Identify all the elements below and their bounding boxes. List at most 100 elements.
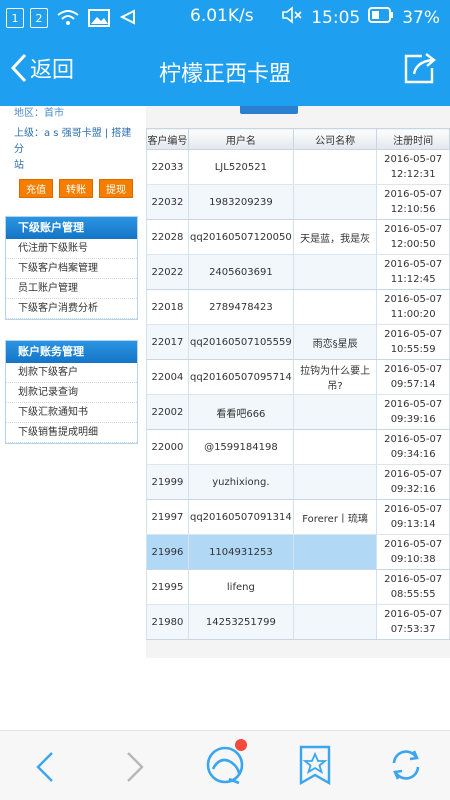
table-row[interactable]: 21999 yuzhixiong. 2016-05-07 09:32:16	[146, 464, 450, 500]
refresh-button[interactable]	[386, 745, 426, 789]
forward-nav-button[interactable]	[120, 749, 150, 789]
cell-client-id: 22004	[146, 359, 189, 395]
cell-client-id: 22032	[146, 184, 189, 220]
cell-register-time: 2016-05-07 09:34:16	[376, 429, 450, 465]
column-header-id: 客户编号	[146, 128, 189, 150]
cell-username: @1599184198	[187, 429, 294, 465]
cell-company	[292, 464, 378, 500]
register-clock-time: 09:57:14	[390, 379, 436, 390]
cell-company	[292, 184, 378, 220]
cell-username: 2789478423	[187, 289, 294, 325]
register-date: 2016-05-07	[384, 434, 443, 445]
client-table-area: 客户编号 用户名 公司名称 注册时间 22033 LJL520521 2016-05…	[146, 106, 450, 658]
cell-client-id: 22017	[146, 324, 189, 360]
table-row[interactable]: 22000 @1599184198 2016-05-07 09:34:16	[146, 429, 450, 465]
parent-info-line2[interactable]: 站	[5, 158, 138, 174]
table-row[interactable]: 22032 1983209239 2016-05-07 12:10:56	[146, 184, 450, 220]
cell-register-time: 2016-05-07 09:32:16	[376, 464, 450, 500]
register-clock-time: 09:34:16	[390, 449, 436, 460]
bookmark-button[interactable]	[298, 745, 332, 789]
share-button[interactable]	[402, 52, 438, 90]
cell-register-time: 2016-05-07 09:39:16	[376, 394, 450, 430]
cell-company	[292, 569, 378, 605]
cell-company	[292, 534, 378, 570]
withdraw-button[interactable]: 提现	[99, 179, 133, 198]
menu-item-transfer-to-client[interactable]: 划款下级客户	[6, 363, 137, 383]
register-clock-time: 11:12:45	[390, 274, 436, 285]
cell-username: 1104931253	[187, 534, 294, 570]
table-row[interactable]: 21997 qq20160507091314 Forerer丨琉璃 2016-05-0…	[146, 499, 450, 535]
cell-username: 2405603691	[187, 254, 294, 290]
cell-username: yuzhixiong.	[187, 464, 294, 500]
cell-client-id: 21997	[146, 499, 189, 535]
register-date: 2016-05-07	[384, 364, 443, 375]
cell-company	[292, 429, 378, 465]
cell-username: LJL520521	[187, 149, 294, 185]
cell-register-time: 2016-05-07 10:55:59	[376, 324, 450, 360]
cell-register-time: 2016-05-07 12:00:50	[376, 219, 450, 255]
recharge-button[interactable]: 充值	[19, 179, 53, 198]
table-row[interactable]: 21980 14253251799 2016-05-07 07:53:37	[146, 604, 450, 640]
cell-company	[292, 604, 378, 640]
menu-item-remittance-notice[interactable]: 下级汇款通知书	[6, 403, 137, 423]
cell-username: qq20160507095714	[187, 359, 294, 395]
client-table: 客户编号 用户名 公司名称 注册时间 22033 LJL520521 2016-05…	[146, 128, 450, 640]
cell-client-id: 21980	[146, 604, 189, 640]
register-clock-time: 09:13:14	[390, 519, 436, 530]
cell-username: 14253251799	[187, 604, 294, 640]
cell-company	[292, 394, 378, 430]
cell-client-id: 22000	[146, 429, 189, 465]
register-date: 2016-05-07	[384, 259, 443, 270]
transfer-button[interactable]: 转账	[59, 179, 93, 198]
page-content: 地区：首市 上级：a s 强哥卡盟 | 搭建分 站 充值 转账 提现 下级账户管…	[0, 106, 450, 730]
table-row[interactable]: 22033 LJL520521 2016-05-07 12:12:31	[146, 149, 450, 185]
menu-item-register-subaccount[interactable]: 代注册下级账号	[6, 239, 137, 259]
cell-register-time: 2016-05-07 12:12:31	[376, 149, 450, 185]
image-notification-icon	[88, 9, 110, 27]
register-date: 2016-05-07	[384, 224, 443, 235]
table-row[interactable]: 22017 qq20160507105559 雨恋§星辰 2016-05-07 10:5…	[146, 324, 450, 360]
menu-item-consumption-analysis[interactable]: 下级客户消费分析	[6, 299, 137, 319]
sim1-icon: 1	[6, 8, 24, 28]
cell-username: qq20160507120050	[187, 219, 294, 255]
region-info: 地区：首市	[14, 108, 64, 119]
table-row[interactable]: 22004 qq20160507095714 拉钩为什么要上吊? 2016-05-07…	[146, 359, 450, 395]
register-clock-time: 09:39:16	[390, 414, 436, 425]
register-clock-time: 11:00:20	[390, 309, 436, 320]
table-row[interactable]: 22002 看看吧666 2016-05-07 09:39:16	[146, 394, 450, 430]
back-icon	[36, 752, 53, 782]
sim1-label: 1	[11, 11, 19, 25]
table-row[interactable]: 22018 2789478423 2016-05-07 11:00:20	[146, 289, 450, 325]
menu-item-sales-commission[interactable]: 下级销售提成明细	[6, 423, 137, 443]
register-date: 2016-05-07	[384, 154, 443, 165]
cell-client-id: 22028	[146, 219, 189, 255]
cell-client-id: 22018	[146, 289, 189, 325]
column-header-company: 公司名称	[292, 128, 378, 150]
register-date: 2016-05-07	[384, 504, 443, 515]
sim2-icon: 2	[30, 8, 48, 28]
table-row[interactable]: 22022 2405603691 2016-05-07 11:12:45	[146, 254, 450, 290]
status-bar: 1 2 6.01K/s 15:05 37%	[0, 0, 450, 36]
menu-item-transfer-records[interactable]: 划款记录查询	[6, 383, 137, 403]
table-row[interactable]: 21995 lifeng 2016-05-07 08:55:55	[146, 569, 450, 605]
cut-off-button[interactable]	[240, 106, 298, 114]
menu-item-client-records[interactable]: 下级客户档案管理	[6, 259, 137, 279]
register-clock-time: 09:10:38	[390, 554, 436, 565]
parent-info-line1[interactable]: 上级：a s 强哥卡盟 | 搭建分	[5, 126, 138, 158]
cell-register-time: 2016-05-07 07:53:37	[376, 604, 450, 640]
cell-register-time: 2016-05-07 09:57:14	[376, 359, 450, 395]
network-speed: 6.01K/s	[190, 6, 254, 26]
share-icon	[404, 53, 436, 84]
register-clock-time: 12:12:31	[390, 169, 436, 180]
billing-panel-title: 账户账务管理	[6, 341, 137, 363]
menu-item-staff-accounts[interactable]: 员工账户管理	[6, 279, 137, 299]
cell-client-id: 21995	[146, 569, 189, 605]
register-clock-time: 08:55:55	[390, 589, 436, 600]
register-date: 2016-05-07	[384, 609, 443, 620]
table-row[interactable]: 22028 qq20160507120050 天是蓝，我是灰 2016-05-07 12…	[146, 219, 450, 255]
table-header-row: 客户编号 用户名 公司名称 注册时间	[146, 128, 450, 150]
table-row[interactable]: 21996 1104931253 2016-05-07 09:10:38	[146, 534, 450, 570]
back-nav-button[interactable]	[30, 749, 60, 789]
register-date: 2016-05-07	[384, 574, 443, 585]
register-clock-time: 09:32:16	[390, 484, 436, 495]
